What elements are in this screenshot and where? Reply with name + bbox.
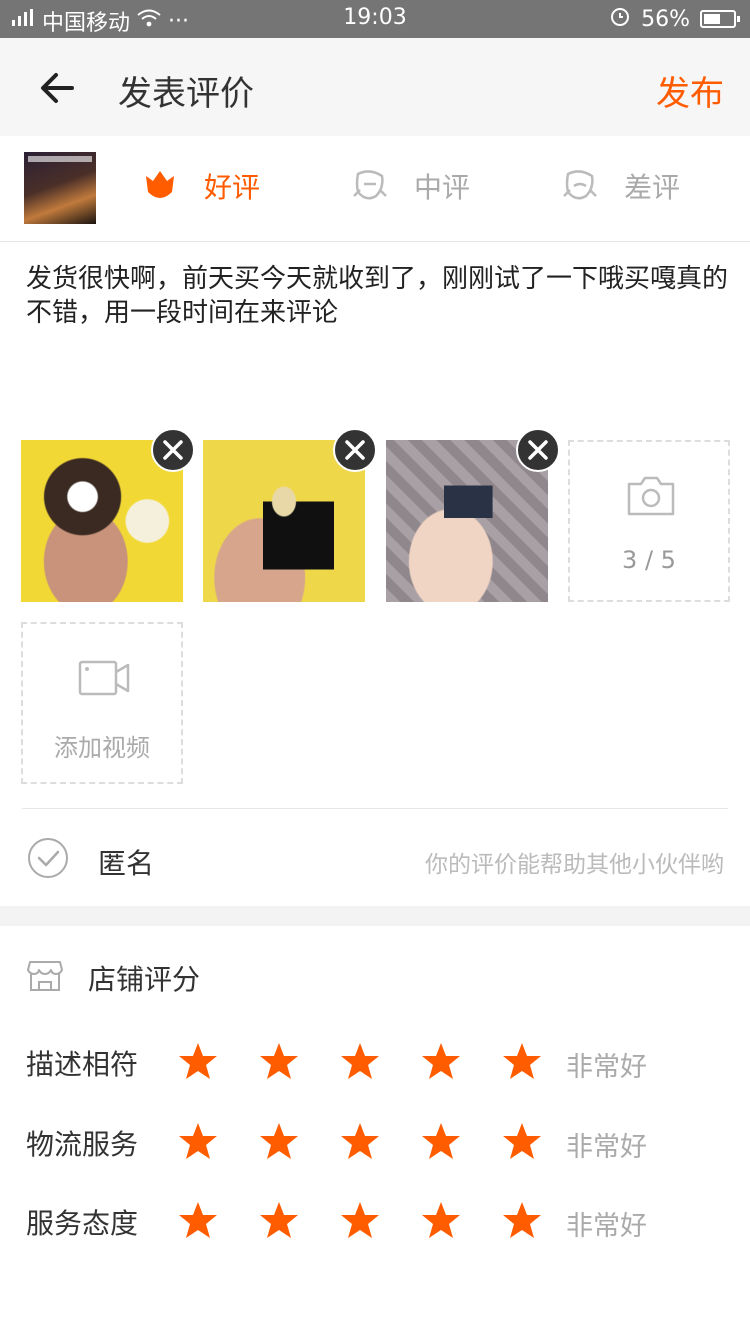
anonymous-hint: 你的评价能帮助其他小伙伴哟	[425, 852, 724, 878]
score-text: 非常好	[566, 1132, 647, 1163]
remove-photo-button[interactable]	[151, 428, 195, 472]
rating-row: 好评 中评 差评	[0, 136, 750, 242]
star-icon[interactable]	[259, 1200, 299, 1240]
star-icon[interactable]	[421, 1121, 461, 1161]
score-row-logistics: 物流服务 非常好	[0, 1111, 750, 1171]
remove-photo-button[interactable]	[333, 428, 377, 472]
score-row-description: 描述相符 非常好	[0, 1031, 750, 1091]
star-icon[interactable]	[259, 1041, 299, 1081]
rating-good-label: 好评	[204, 171, 261, 204]
battery-icon	[700, 10, 740, 28]
page-title: 发表评价	[118, 74, 254, 114]
flower-icon	[146, 171, 174, 198]
add-video-button[interactable]: 添加视频	[21, 622, 183, 784]
anonymous-checkbox[interactable]	[26, 836, 70, 880]
review-photo[interactable]	[203, 428, 377, 602]
status-bar: 中国移动 ··· 19:03 56%	[0, 0, 750, 38]
shop-rating-title: 店铺评分	[88, 963, 201, 996]
rating-neutral-option[interactable]: 中评	[350, 166, 470, 206]
star-icon[interactable]	[421, 1200, 461, 1240]
close-icon	[163, 440, 183, 460]
photo-count: 3 / 5	[622, 546, 676, 574]
neutral-face-icon	[353, 170, 387, 200]
score-label: 物流服务	[26, 1128, 139, 1161]
star-icon[interactable]	[178, 1041, 218, 1081]
check-circle-icon	[28, 838, 68, 878]
star-icon[interactable]	[502, 1200, 542, 1240]
alarm-icon	[609, 5, 631, 33]
add-photo-button[interactable]: 3 / 5	[568, 440, 730, 602]
header-bar: 发表评价 发布	[0, 38, 750, 136]
divider	[22, 808, 728, 809]
star-icon[interactable]	[259, 1121, 299, 1161]
star-icon[interactable]	[340, 1121, 380, 1161]
review-textarea[interactable]: 发货很快啊，前天买今天就收到了，刚刚试了一下哦买嘎真的不错，用一段时间在来评论	[26, 262, 732, 330]
status-right: 56%	[609, 5, 740, 33]
review-photo[interactable]	[386, 428, 560, 602]
remove-photo-button[interactable]	[516, 428, 560, 472]
score-label: 服务态度	[26, 1207, 139, 1240]
star-icon[interactable]	[340, 1200, 380, 1240]
sad-face-icon	[563, 170, 597, 200]
star-icon[interactable]	[178, 1200, 218, 1240]
anonymous-label[interactable]: 匿名	[98, 842, 154, 882]
star-icon[interactable]	[502, 1041, 542, 1081]
star-rating[interactable]	[178, 1121, 542, 1161]
shop-icon	[26, 956, 64, 994]
publish-button[interactable]: 发布	[656, 66, 724, 115]
camera-icon	[627, 476, 675, 516]
star-rating[interactable]	[178, 1041, 542, 1081]
star-icon[interactable]	[178, 1121, 218, 1161]
rating-neutral-label: 中评	[414, 171, 471, 204]
review-photo[interactable]	[21, 428, 195, 602]
back-arrow-icon	[41, 73, 74, 103]
video-camera-icon	[78, 660, 130, 696]
close-icon	[528, 440, 548, 460]
score-label: 描述相符	[26, 1048, 139, 1081]
add-video-label: 添加视频	[54, 734, 150, 762]
back-button[interactable]	[38, 68, 78, 108]
star-rating[interactable]	[178, 1200, 542, 1240]
score-text: 非常好	[566, 1211, 647, 1242]
rating-good-option[interactable]: 好评	[140, 166, 260, 206]
star-icon[interactable]	[340, 1041, 380, 1081]
product-thumbnail	[24, 152, 96, 224]
score-text: 非常好	[566, 1052, 647, 1083]
battery-percent: 56%	[641, 6, 690, 32]
star-icon[interactable]	[502, 1121, 542, 1161]
rating-bad-option[interactable]: 差评	[560, 166, 680, 206]
section-separator	[0, 906, 750, 926]
rating-bad-label: 差评	[624, 171, 681, 204]
star-icon[interactable]	[421, 1041, 461, 1081]
score-row-service: 服务态度 非常好	[0, 1190, 750, 1250]
close-icon	[345, 440, 365, 460]
